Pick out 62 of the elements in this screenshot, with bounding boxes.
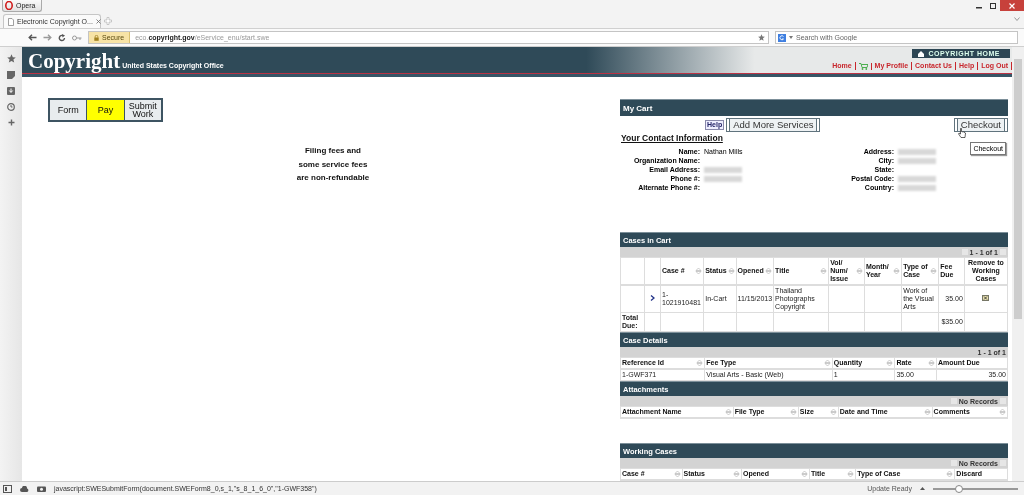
section-title: Your Contact Information (621, 133, 724, 143)
zoom-slider[interactable] (933, 487, 1018, 490)
slider-thumb[interactable] (954, 484, 963, 493)
sort-icon[interactable] (928, 359, 936, 367)
panel-toggle-icon[interactable] (3, 484, 12, 493)
site-logo[interactable]: Copyright (28, 49, 121, 73)
new-tab-icon[interactable] (104, 16, 112, 25)
plus-icon[interactable] (7, 119, 15, 126)
caret-down-icon[interactable] (789, 36, 793, 39)
download-icon[interactable] (7, 87, 15, 95)
step-tab[interactable]: Form (50, 100, 88, 120)
reload-icon[interactable] (58, 33, 66, 42)
lock-icon (94, 34, 99, 41)
clock-icon[interactable] (7, 103, 15, 111)
star-icon[interactable] (758, 34, 765, 41)
sort-icon[interactable] (829, 408, 837, 416)
sort-icon[interactable] (893, 267, 901, 275)
sort-icon[interactable] (847, 470, 855, 478)
maximize-icon (990, 2, 996, 9)
sort-icon[interactable] (886, 359, 894, 367)
sort-icon[interactable] (732, 470, 740, 478)
sort-icon[interactable] (800, 470, 808, 478)
sort-icon[interactable] (695, 267, 703, 275)
fee-notice: Filing fees and some service fees are non-refundable (295, 145, 371, 184)
search-engine-icon (778, 33, 786, 42)
chevron-right-icon[interactable] (650, 295, 655, 301)
cart-icon[interactable] (858, 62, 868, 70)
close-icon (1009, 2, 1015, 9)
caret-up-icon[interactable] (920, 487, 925, 490)
forward-icon[interactable] (43, 34, 52, 41)
key-icon[interactable] (72, 34, 82, 41)
sort-icon[interactable] (923, 408, 931, 416)
sort-icon[interactable] (930, 267, 938, 275)
step-tab[interactable]: Pay (87, 100, 125, 120)
back-icon[interactable] (28, 34, 37, 41)
sort-icon[interactable] (823, 359, 831, 367)
sort-icon[interactable] (673, 470, 681, 478)
camera-icon[interactable] (37, 485, 46, 492)
sort-icon[interactable] (724, 408, 732, 416)
sort-icon[interactable] (820, 267, 828, 275)
sort-icon[interactable] (946, 470, 954, 478)
remove-icon[interactable] (982, 295, 990, 301)
cloud-icon[interactable] (20, 485, 29, 492)
sort-icon[interactable] (727, 267, 735, 275)
cart-header: My Cart (620, 99, 1008, 116)
close-icon[interactable] (95, 19, 101, 24)
star-icon[interactable] (6, 54, 16, 63)
note-icon[interactable] (7, 71, 15, 79)
checkout-button[interactable]: Checkout (953, 117, 1008, 132)
sort-icon[interactable] (789, 408, 797, 416)
sort-icon[interactable] (765, 267, 773, 275)
sort-icon[interactable] (999, 408, 1006, 416)
sort-icon[interactable] (696, 359, 704, 367)
step-tab[interactable]: Submit Work (124, 100, 161, 120)
close-button[interactable] (1000, 0, 1024, 11)
add-services-button[interactable]: Add More Services (726, 117, 821, 132)
page-icon (8, 17, 14, 26)
caret-down-icon[interactable] (1014, 17, 1020, 21)
house-icon (918, 50, 925, 57)
opera-logo-icon (5, 1, 13, 10)
sort-icon[interactable] (855, 267, 863, 275)
hand-cursor-icon (958, 128, 966, 138)
